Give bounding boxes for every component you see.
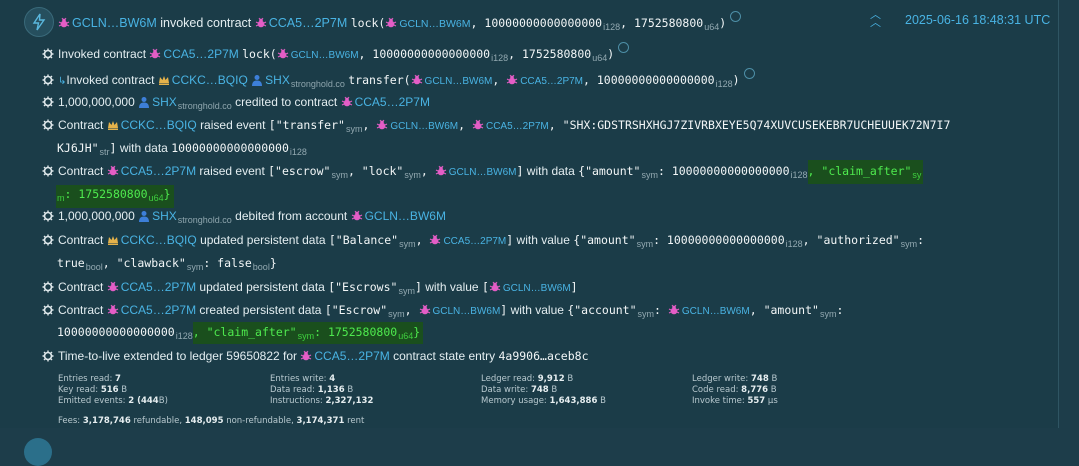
event-escrow-created-cont: 10000000000000000i128, "claim_after"sym:… [57, 322, 424, 344]
person-icon [251, 74, 263, 86]
contract-bug-icon [107, 304, 119, 316]
arg-account-link[interactable]: GCLN…BW6M [399, 18, 470, 30]
arg-amount: 10000000000000000 [484, 16, 603, 30]
cog-icon [42, 234, 54, 246]
crown-icon [158, 74, 170, 86]
arg-claim: 1752580800 [633, 16, 704, 30]
cog-icon [42, 48, 54, 60]
contract-bug-icon [472, 119, 484, 131]
info-icon[interactable] [743, 68, 755, 79]
event-debited: 1,000,000,000 SHXstronghold.co debited f… [42, 208, 446, 228]
highlight-claim-after-2: , "claim_after"sym: 1752580800u64} [192, 322, 424, 344]
next-operation-icon[interactable] [24, 438, 52, 466]
account-bug-icon [376, 119, 388, 131]
contract-link[interactable]: CCA5…2P7M [269, 16, 348, 30]
contract-bug-icon [506, 74, 518, 86]
state-entry-hash[interactable]: 4a9906…aceb8c [498, 349, 588, 363]
event-escrow-raised: Contract CCA5…2P7M raised event ["escrow… [42, 160, 924, 184]
event-balance-updated: Contract CCKC…BQIQ updated persistent da… [42, 232, 924, 252]
contract-bug-icon [341, 96, 353, 108]
contract-bug-icon [149, 48, 161, 60]
person-icon [138, 210, 150, 222]
account-bug-icon [277, 48, 289, 60]
highlight-claim-value: m: 1752580800u64} [56, 185, 174, 208]
event-transfer-raised: Contract CCKC…BQIQ raised event ["transf… [42, 117, 950, 137]
actor-link[interactable]: GCLN…BW6M [72, 16, 157, 30]
crown-icon [107, 119, 119, 131]
cog-icon [42, 210, 54, 222]
event-escrows-updated: Contract CCA5…2P7M updated persistent da… [42, 279, 578, 299]
event-transfer-raised-cont: KJ6JH"str] with data 10000000000000000i1… [57, 141, 307, 157]
event-credited: 1,000,000,000 SHXstronghold.co credited … [42, 94, 430, 114]
event-invoke-lock: Invoked contract CCA5…2P7M lock(GCLN…BW6… [42, 42, 630, 66]
cog-icon [42, 304, 54, 316]
account-bug-icon [351, 210, 363, 222]
collapse-chevron-icon[interactable]: ︿ ︿ [870, 10, 881, 29]
contract-bug-icon [255, 17, 267, 29]
account-bug-icon [411, 74, 423, 86]
cog-icon [42, 350, 54, 362]
account-bug-icon [668, 304, 680, 316]
account-bug-icon [435, 165, 447, 177]
contract-bug-icon [429, 234, 441, 246]
crown-icon [107, 234, 119, 246]
contract-bug-icon [107, 281, 119, 293]
event-ttl-extended: Time-to-live extended to ledger 59650822… [42, 348, 589, 364]
info-icon[interactable] [618, 42, 630, 53]
account-bug-icon [419, 304, 431, 316]
cog-icon [42, 281, 54, 293]
account-bug-icon [385, 17, 397, 29]
cog-icon [42, 119, 54, 131]
header-verb: invoked contract [160, 16, 252, 30]
function-name: lock( [350, 16, 386, 30]
timestamp: 2025-06-16 18:48:31 UTC [905, 13, 1051, 27]
event-escrow-created: Contract CCA5…2P7M created persistent da… [42, 302, 843, 322]
cog-icon [42, 165, 54, 177]
event-balance-updated-cont: truebool, "clawback"sym: falsebool} [57, 256, 277, 272]
contract-bug-icon [300, 350, 312, 362]
cog-icon [42, 96, 54, 108]
operation-header: GCLN…BW6M invoked contract CCA5…2P7M loc… [58, 11, 742, 35]
fees-line: Fees: 3,178,746 refundable, 148,095 non-… [58, 416, 365, 426]
transaction-panel: GCLN…BW6M invoked contract CCA5…2P7M loc… [0, 0, 1059, 428]
info-icon[interactable] [730, 11, 742, 22]
contract-bug-icon [58, 17, 70, 29]
event-invoke-transfer: ↳Invoked contract CCKC…BQIQ SHXstronghol… [42, 68, 755, 92]
account-bug-icon [489, 281, 501, 293]
cog-icon [42, 74, 54, 86]
lightning-icon [24, 7, 54, 37]
contract-bug-icon [107, 165, 119, 177]
person-icon [138, 96, 150, 108]
highlight-claim-after: , "claim_after"sy [807, 160, 924, 184]
